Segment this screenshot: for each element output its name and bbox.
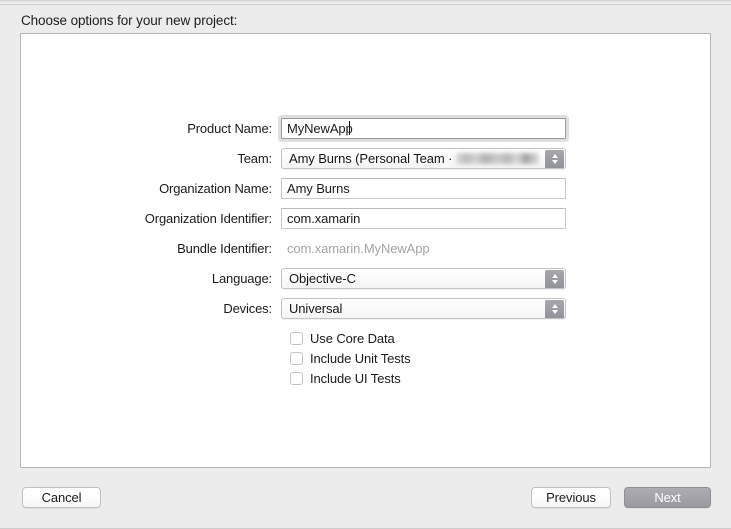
bundle-identifier-value: com.xamarin.MyNewApp	[287, 240, 430, 256]
checkbox-box-icon[interactable]	[290, 351, 303, 365]
language-dropdown[interactable]: Objective-C	[281, 267, 566, 289]
previous-button[interactable]: Previous	[531, 487, 611, 508]
project-options-form: Product Name: Team: Amy Burns (Personal …	[21, 114, 712, 388]
label-organization-name: Organization Name:	[159, 180, 272, 196]
form-row-organization-name: Organization Name:	[21, 177, 712, 199]
form-row-bundle-identifier: Bundle Identifier: com.xamarin.MyNewApp	[21, 237, 712, 259]
product-name-input[interactable]	[281, 117, 566, 139]
organization-name-input[interactable]	[281, 177, 566, 199]
language-dropdown-value: Objective-C	[289, 270, 356, 286]
checkbox-use-core-data[interactable]: Use Core Data	[290, 328, 712, 348]
checkbox-include-unit-tests[interactable]: Include Unit Tests	[290, 348, 712, 368]
control-product-name	[278, 114, 569, 142]
control-devices: Universal	[281, 297, 566, 319]
cancel-button[interactable]: Cancel	[22, 487, 101, 508]
chevron-up-icon	[551, 154, 558, 158]
label-language: Language:	[211, 270, 272, 286]
chevron-updown-icon[interactable]	[545, 299, 564, 318]
form-row-organization-identifier: Organization Identifier:	[21, 207, 712, 229]
label-organization-identifier: Organization Identifier:	[144, 210, 272, 226]
options-panel: Product Name: Team: Amy Burns (Personal …	[20, 33, 711, 468]
options-checkbox-group: Use Core Data Include Unit Tests Include…	[21, 328, 712, 388]
chevron-down-icon	[551, 160, 558, 164]
chevron-updown-icon[interactable]	[545, 269, 564, 288]
form-row-product-name: Product Name:	[21, 114, 712, 142]
chevron-up-icon	[551, 304, 558, 308]
checkbox-box-icon[interactable]	[290, 331, 303, 345]
team-dropdown[interactable]: Amy Burns (Personal Team ·	[281, 147, 566, 169]
label-devices: Devices:	[223, 300, 272, 316]
label-bundle-identifier: Bundle Identifier:	[177, 240, 272, 256]
control-organization-identifier	[281, 207, 566, 229]
next-button[interactable]: Next	[624, 487, 711, 508]
text-caret	[349, 120, 350, 135]
chevron-down-icon	[551, 310, 558, 314]
devices-dropdown-value: Universal	[289, 300, 343, 316]
chevron-up-icon	[551, 274, 558, 278]
team-dropdown-value: Amy Burns (Personal Team ·	[289, 150, 453, 166]
redacted-team-id	[456, 152, 539, 164]
checkbox-label: Include UI Tests	[310, 370, 401, 386]
dialog-button-bar: Cancel Previous Next	[0, 483, 731, 529]
form-row-language: Language: Objective-C	[21, 267, 712, 289]
control-language: Objective-C	[281, 267, 566, 289]
organization-identifier-input[interactable]	[281, 207, 566, 229]
control-bundle-identifier: com.xamarin.MyNewApp	[281, 238, 566, 259]
chevron-down-icon	[551, 280, 558, 284]
checkbox-label: Include Unit Tests	[310, 350, 411, 366]
checkbox-include-ui-tests[interactable]: Include UI Tests	[290, 368, 712, 388]
devices-dropdown[interactable]: Universal	[281, 297, 566, 319]
checkbox-box-icon[interactable]	[290, 371, 303, 385]
chevron-updown-icon[interactable]	[545, 149, 564, 168]
product-name-focus-ring	[278, 114, 569, 142]
control-organization-name	[281, 177, 566, 199]
form-row-devices: Devices: Universal	[21, 297, 712, 319]
form-row-team: Team: Amy Burns (Personal Team ·	[21, 147, 712, 169]
control-team: Amy Burns (Personal Team ·	[281, 147, 566, 169]
page-title: Choose options for your new project:	[21, 13, 238, 28]
label-product-name: Product Name:	[187, 120, 272, 136]
label-team: Team:	[237, 150, 272, 166]
window-top-divider	[0, 0, 731, 5]
checkbox-label: Use Core Data	[310, 330, 395, 346]
